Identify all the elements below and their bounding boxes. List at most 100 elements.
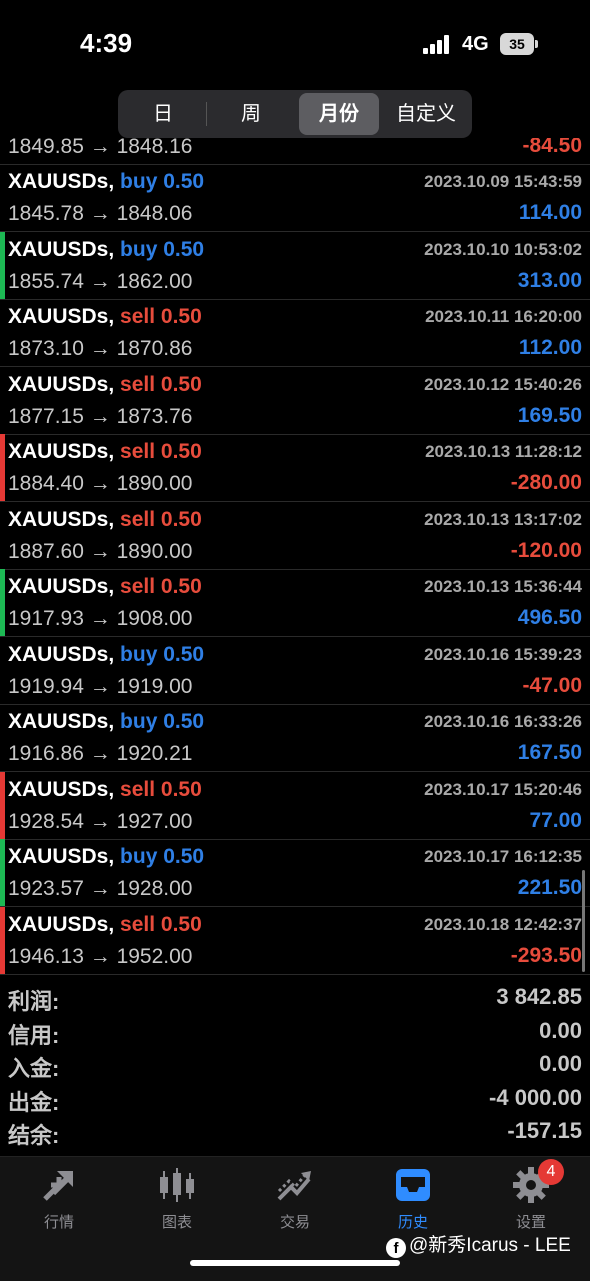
battery-level: 35 <box>500 33 534 55</box>
tab-day[interactable]: 日 <box>121 93 205 135</box>
nav-trade[interactable]: 交易 <box>236 1165 354 1245</box>
summary-label: 入金: <box>8 1056 60 1081</box>
result-marker <box>0 704 5 771</box>
trade-symbol: XAUUSDs, sell 0.50 <box>8 913 202 937</box>
trade-symbol: XAUUSDs, buy 0.50 <box>8 643 204 667</box>
trade-prices: 1887.60 → 1890.00 <box>8 539 193 563</box>
trade-row-partial[interactable]: 1849.85 → 1848.16 -84.50 <box>0 138 590 165</box>
nav-label: 设置 <box>515 1214 546 1231</box>
trade-datetime: 2023.10.18 12:42:37 <box>424 914 582 934</box>
trade-prices: 1873.10 → 1870.86 <box>8 337 193 360</box>
trade-symbol: XAUUSDs, buy 0.50 <box>8 238 204 262</box>
trade-datetime: 2023.10.11 16:20:00 <box>425 307 582 326</box>
watermark: f @新秀Icarus - LEE <box>386 1230 571 1258</box>
trade-profit: 496.50 <box>517 606 582 629</box>
symbol-name: XAUUSDs, <box>8 237 115 261</box>
trade-datetime: 2023.10.13 13:17:02 <box>424 509 582 529</box>
symbol-name: XAUUSDs, <box>8 575 115 598</box>
trade-side: buy 0.50 <box>120 170 205 193</box>
result-marker <box>0 164 5 231</box>
trade-prices: 1877.15 → 1873.76 <box>8 404 193 428</box>
summary-value: 0.00 <box>539 1051 582 1076</box>
trade-row[interactable]: XAUUSDs, buy 0.50 2023.10.17 16:12:35 1923… <box>0 839 590 907</box>
trade-row[interactable]: XAUUSDs, buy 0.50 2023.10.10 10:53:02 1855… <box>0 231 590 300</box>
watermark-text: @新秀Icarus - LEE <box>409 1235 571 1256</box>
trade-row[interactable]: XAUUSDs, sell 0.50 2023.10.18 12:42:37 194… <box>0 906 590 975</box>
tab-month[interactable]: 月份 <box>299 93 379 135</box>
trade-profit: 313.00 <box>517 268 582 292</box>
history-inbox-icon <box>396 1169 430 1201</box>
trade-row[interactable]: XAUUSDs, buy 0.50 2023.10.16 15:39:23 1919… <box>0 637 590 705</box>
result-marker <box>0 367 5 434</box>
trade-symbol: XAUUSDs, sell 0.50 <box>8 778 202 802</box>
trade-symbol: XAUUSDs, sell 0.50 <box>8 508 202 532</box>
trade-profit: -47.00 <box>522 673 582 697</box>
summary-row-withdrawal: 出金: -4 000.00 <box>0 1083 590 1117</box>
trade-row[interactable]: XAUUSDs, buy 0.50 2023.10.16 16:33:26 1916… <box>0 704 590 772</box>
trade-profit: -293.50 <box>510 943 582 967</box>
tab-custom[interactable]: 自定义 <box>383 93 469 135</box>
trade-prices: 1849.85 → 1848.16 <box>8 138 193 158</box>
summary-label: 出金: <box>8 1089 60 1115</box>
trade-prices: 1845.78 → 1848.06 <box>8 202 193 225</box>
trade-row[interactable]: XAUUSDs, buy 0.50 2023.10.09 15:43:59 1845… <box>0 164 590 232</box>
trade-datetime: 2023.10.16 15:39:23 <box>424 644 582 664</box>
summary-row-profit: 利润: 3 842.85 <box>0 982 590 1016</box>
trade-side: buy 0.50 <box>120 642 205 666</box>
trade-symbol: XAUUSDs, buy 0.50 <box>8 170 204 194</box>
trade-symbol: XAUUSDs, buy 0.50 <box>8 710 204 734</box>
trade-row[interactable]: XAUUSDs, sell 0.50 2023.10.12 15:40:26 187… <box>0 367 590 435</box>
chart-candles-icon <box>160 1168 194 1202</box>
trade-prices: 1946.13 → 1952.00 <box>8 944 193 968</box>
trade-row[interactable]: XAUUSDs, sell 0.50 2023.10.13 15:36:44 191… <box>0 569 590 637</box>
account-summary: 利润: 3 842.85 信用: 0.00 入金: 0.00 出金: -4 00… <box>0 982 590 1150</box>
trade-datetime: 2023.10.10 10:53:02 <box>424 239 582 259</box>
trade-side: sell 0.50 <box>120 305 202 328</box>
trade-profit: 169.50 <box>517 403 582 427</box>
symbol-name: XAUUSDs, <box>8 845 115 868</box>
trade-row[interactable]: XAUUSDs, sell 0.50 2023.10.13 13:17:02 188… <box>0 502 590 570</box>
home-indicator[interactable] <box>190 1260 400 1266</box>
facebook-icon: f <box>386 1238 406 1258</box>
result-marker <box>0 839 5 906</box>
trade-history-list[interactable]: 1849.85 → 1848.16 -84.50 XAUUSDs, buy 0.… <box>0 138 590 976</box>
trade-side: buy 0.50 <box>120 710 205 733</box>
trade-side: sell 0.50 <box>120 372 202 396</box>
nav-label: 交易 <box>279 1214 310 1231</box>
result-marker <box>0 299 5 366</box>
scrollbar[interactable] <box>582 870 585 972</box>
trade-datetime: 2023.10.13 15:36:44 <box>424 577 582 596</box>
trade-prices: 1855.74 → 1862.00 <box>8 269 193 293</box>
trade-datetime: 2023.10.17 15:20:46 <box>424 779 582 799</box>
trade-row[interactable]: XAUUSDs, sell 0.50 2023.10.11 16:20:00 187… <box>0 299 590 367</box>
signal-icon <box>423 34 453 54</box>
trade-datetime: 2023.10.13 11:28:12 <box>425 442 582 461</box>
summary-value: -157.15 <box>507 1118 582 1143</box>
trade-prices: 1917.93 → 1908.00 <box>8 607 193 630</box>
summary-label: 信用: <box>8 1022 60 1048</box>
trade-prices: 1884.40 → 1890.00 <box>8 472 193 495</box>
summary-value: 0.00 <box>539 1017 582 1043</box>
result-marker <box>0 569 5 636</box>
tab-week[interactable]: 周 <box>209 93 293 135</box>
trade-profit: 167.50 <box>517 741 582 764</box>
symbol-name: XAUUSDs, <box>8 440 115 463</box>
trade-prices: 1923.57 → 1928.00 <box>8 877 193 900</box>
nav-charts[interactable]: 图表 <box>118 1165 236 1245</box>
trade-side: sell 0.50 <box>120 912 202 936</box>
result-marker <box>0 906 5 974</box>
trade-profit: -280.00 <box>510 471 582 494</box>
nav-quotes[interactable]: 行情 <box>0 1165 118 1245</box>
result-marker <box>0 231 5 299</box>
symbol-name: XAUUSDs, <box>8 912 115 936</box>
status-bar: 4:39 4G 35 <box>0 0 590 88</box>
trade-side: sell 0.50 <box>120 777 202 801</box>
symbol-name: XAUUSDs, <box>8 507 115 531</box>
result-marker <box>0 637 5 704</box>
trade-row[interactable]: XAUUSDs, sell 0.50 2023.10.17 15:20:46 192… <box>0 771 590 840</box>
trade-datetime: 2023.10.17 16:12:35 <box>424 847 582 866</box>
trade-profit: 77.00 <box>529 808 582 832</box>
trade-datetime: 2023.10.09 15:43:59 <box>424 172 582 191</box>
trade-row[interactable]: XAUUSDs, sell 0.50 2023.10.13 11:28:12 188… <box>0 434 590 502</box>
nav-label: 行情 <box>43 1214 74 1231</box>
